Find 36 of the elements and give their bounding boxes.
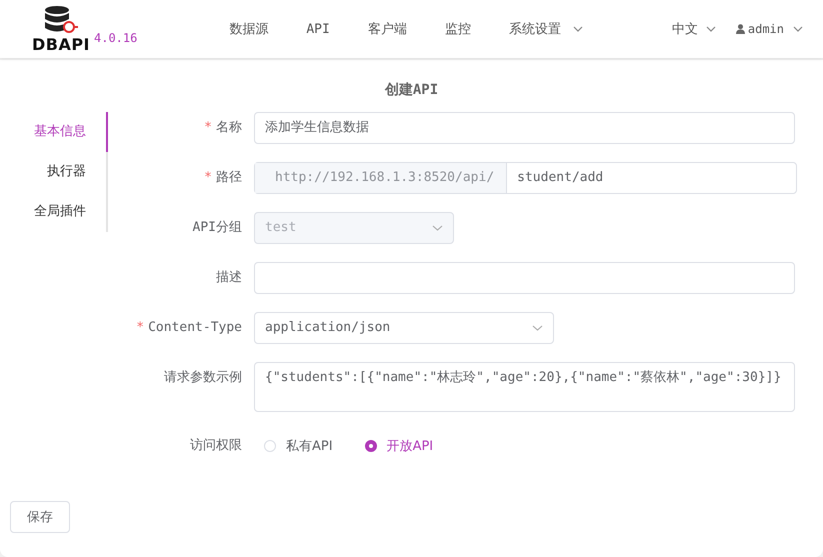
sidebar-tab[interactable]: 执行器 <box>0 152 108 192</box>
field-label: 描述 <box>216 270 242 285</box>
required-asterisk: * <box>204 120 212 135</box>
field-label: API分组 <box>192 220 242 235</box>
logo-text: DBAPI <box>32 37 90 53</box>
version-label: 4.0.16 <box>94 31 138 45</box>
sidebar-tab[interactable]: 基本信息 <box>0 112 108 152</box>
required-asterisk: * <box>136 320 144 335</box>
nav-link[interactable]: 客户端 <box>368 20 407 38</box>
text-field[interactable] <box>254 262 795 294</box>
nav-link[interactable]: 监控 <box>444 20 471 38</box>
field-label: 访问权限 <box>190 438 242 453</box>
user-icon <box>736 24 745 34</box>
text-field[interactable]: 添加学生信息数据 <box>254 112 795 144</box>
chevron-down-icon <box>572 26 583 32</box>
nav-link[interactable]: 系统设置 <box>508 20 583 38</box>
user-menu[interactable]: admin <box>736 22 803 36</box>
chevron-down-icon <box>532 325 543 331</box>
chevron-down-icon <box>432 225 443 231</box>
required-asterisk: * <box>204 170 212 185</box>
nav-link[interactable]: 数据源 <box>229 20 268 38</box>
textarea-field[interactable]: {"students":[{"name":"林志玲","age":20},{"name":"蔡依林","age":30}]} <box>254 362 795 412</box>
field-label: 路径 <box>216 170 242 185</box>
chevron-down-icon <box>793 26 803 32</box>
save-button[interactable]: 保存 <box>10 501 70 533</box>
chevron-down-icon <box>706 26 716 32</box>
sidebar-tab[interactable]: 全局插件 <box>0 192 108 232</box>
field-label: 请求参数示例 <box>164 370 242 385</box>
field-label: 名称 <box>216 120 242 135</box>
field-label: Content-Type <box>148 320 242 335</box>
page-title: 创建API <box>384 81 440 100</box>
language-menu[interactable]: 中文 <box>672 20 716 38</box>
select-field[interactable]: application/json <box>254 312 554 344</box>
nav-link[interactable]: API <box>306 20 330 38</box>
radio-option[interactable]: 私有API <box>264 437 333 455</box>
radio-option[interactable]: 开放API <box>364 437 434 455</box>
